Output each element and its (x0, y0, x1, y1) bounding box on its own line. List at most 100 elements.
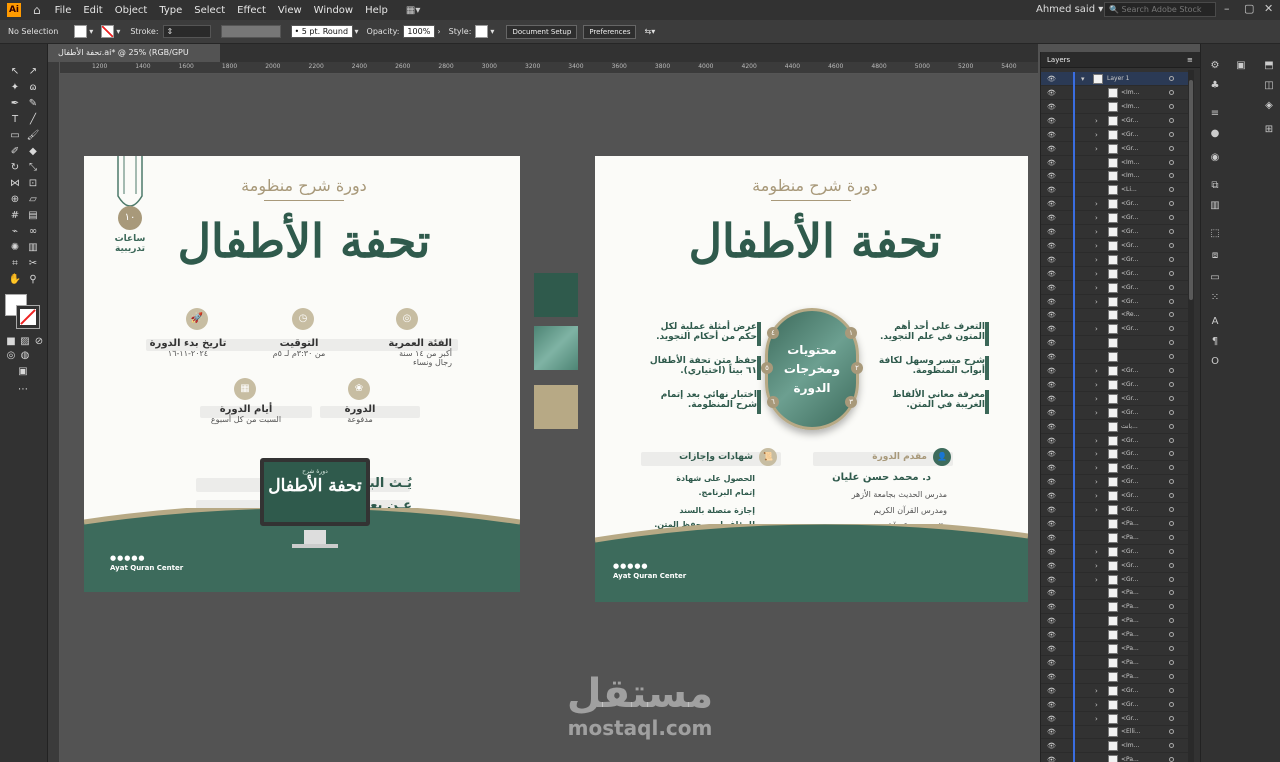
layer-name[interactable]: <Li... (1121, 183, 1137, 197)
direct-selection-icon[interactable]: ↗ (26, 66, 40, 78)
layer-name[interactable]: <Im... (1121, 739, 1139, 753)
expand-arrow-icon[interactable]: › (1095, 142, 1098, 156)
layer-name[interactable]: <Gr... (1121, 573, 1138, 587)
visibility-eye-icon[interactable]: 👁 (1047, 447, 1056, 461)
expand-arrow-icon[interactable]: › (1095, 698, 1098, 712)
layer-name[interactable]: <Gr... (1121, 698, 1138, 712)
target-icon[interactable] (1169, 298, 1174, 304)
opacity-label[interactable]: Opacity: (367, 27, 400, 36)
expand-arrow-icon[interactable]: › (1095, 434, 1098, 448)
layer-name[interactable]: <Im... (1121, 100, 1139, 114)
menu-type[interactable]: Type (159, 5, 182, 16)
layer-name[interactable]: <Pa... (1121, 586, 1139, 600)
visibility-eye-icon[interactable]: 👁 (1047, 670, 1056, 684)
gradient-panel-icon[interactable]: ▭ (1209, 272, 1221, 284)
layer-name[interactable]: <Gr... (1121, 503, 1138, 517)
layer-name[interactable]: <Gr... (1121, 434, 1138, 448)
layer-name[interactable]: <Im... (1121, 86, 1139, 100)
layer-name[interactable]: <Gr... (1121, 225, 1138, 239)
layer-name[interactable]: <Elli... (1121, 725, 1141, 739)
layer-row[interactable]: 👁 › <Gr... (1041, 252, 1191, 267)
layer-row[interactable]: 👁 <Pa... (1041, 586, 1191, 601)
visibility-eye-icon[interactable]: 👁 (1047, 698, 1056, 712)
visibility-eye-icon[interactable]: 👁 (1047, 753, 1056, 762)
panel-menu-icon[interactable]: ≡ (1187, 52, 1193, 68)
visibility-eye-icon[interactable]: 👁 (1047, 128, 1056, 142)
expand-arrow-icon[interactable]: › (1095, 211, 1098, 225)
none-mode-icon[interactable]: ⊘ (32, 336, 46, 348)
layer-row[interactable]: 👁 › <Gr... (1041, 266, 1191, 281)
visibility-eye-icon[interactable]: 👁 (1047, 156, 1056, 170)
layer-row[interactable]: 👁 › <Gr... (1041, 544, 1191, 559)
visibility-eye-icon[interactable]: 👁 (1047, 531, 1056, 545)
layer-row[interactable]: 👁 <Im... (1041, 86, 1191, 100)
line-tool-icon[interactable]: ╱ (26, 114, 40, 126)
gradient-mode-icon[interactable]: ▨ (18, 336, 32, 348)
visibility-eye-icon[interactable]: 👁 (1047, 392, 1056, 406)
layer-name[interactable]: <Gr... (1121, 128, 1138, 142)
slice-icon[interactable]: ✂ (26, 258, 40, 270)
visibility-eye-icon[interactable]: 👁 (1047, 350, 1056, 364)
target-icon[interactable] (1169, 381, 1174, 387)
layer-name[interactable]: <Gr... (1121, 684, 1138, 698)
layer-name[interactable]: <Gr... (1121, 489, 1138, 503)
expand-arrow-icon[interactable]: › (1095, 322, 1098, 336)
expand-arrow-icon[interactable]: › (1095, 281, 1098, 295)
layer-row[interactable]: 👁 › <Gr... (1041, 558, 1191, 573)
layer-row[interactable]: 👁 › <Gr... (1041, 405, 1191, 420)
visibility-eye-icon[interactable]: 👁 (1047, 725, 1056, 739)
visibility-eye-icon[interactable]: 👁 (1047, 211, 1056, 225)
artboards-icon[interactable]: ◫ (1263, 80, 1275, 92)
visibility-eye-icon[interactable]: 👁 (1047, 475, 1056, 489)
target-icon[interactable] (1169, 242, 1174, 248)
visibility-eye-icon[interactable]: 👁 (1047, 503, 1056, 517)
target-icon[interactable] (1169, 117, 1174, 123)
character-icon[interactable]: A (1209, 316, 1221, 328)
target-icon[interactable] (1169, 103, 1174, 109)
layer-name[interactable]: <Pa... (1121, 753, 1139, 762)
shape-builder-icon[interactable]: ⊕ (8, 194, 22, 206)
draw-behind-icon[interactable]: ◍ (18, 350, 32, 362)
expand-arrow-icon[interactable]: › (1095, 128, 1098, 142)
curvature-icon[interactable]: ✎ (26, 98, 40, 110)
blend-icon[interactable]: ∞ (26, 226, 40, 238)
document-tab[interactable]: تحفة الأطفال.ai* @ 25% (RGB/GPU Preview)… (48, 44, 220, 75)
layer-name[interactable]: <Gr... (1121, 392, 1138, 406)
visibility-eye-icon[interactable]: 👁 (1047, 183, 1056, 197)
target-icon[interactable] (1169, 646, 1174, 651)
visibility-eye-icon[interactable]: 👁 (1047, 642, 1056, 656)
visibility-eye-icon[interactable]: 👁 (1047, 281, 1056, 295)
target-icon[interactable] (1169, 479, 1174, 485)
layers-panel-header[interactable]: Layers ≡ (1041, 52, 1200, 68)
layer-name[interactable]: <Pa... (1121, 531, 1139, 545)
expand-arrow-icon[interactable]: › (1095, 573, 1098, 587)
stroke-color-box[interactable] (17, 306, 39, 328)
expand-arrow-icon[interactable]: › (1095, 475, 1098, 489)
layer-name[interactable]: <Gr... (1121, 364, 1138, 378)
free-transform-icon[interactable]: ⊡ (26, 178, 40, 190)
target-icon[interactable] (1169, 187, 1174, 193)
expand-arrow-icon[interactable]: › (1095, 406, 1098, 420)
target-icon[interactable] (1169, 354, 1174, 360)
minimize-icon[interactable]: – (1224, 2, 1230, 15)
layer-name[interactable]: <Pa... (1121, 614, 1139, 628)
layer-row[interactable]: 👁 بانت... (1041, 419, 1191, 434)
zoom-tool-icon[interactable]: ⚲ (26, 274, 40, 286)
layer-row[interactable]: 👁 › <Gr... (1041, 447, 1191, 462)
stock-search-input[interactable]: 🔍 Search Adobe Stock (1104, 2, 1216, 17)
type-tool-icon[interactable]: T (8, 114, 22, 126)
target-icon[interactable] (1169, 576, 1174, 582)
visibility-eye-icon[interactable]: 👁 (1047, 559, 1056, 573)
expand-arrow-icon[interactable]: › (1095, 197, 1098, 211)
target-icon[interactable] (1169, 729, 1174, 735)
layer-row[interactable]: 👁 <Im... (1041, 99, 1191, 114)
gradient-icon[interactable]: ▤ (26, 210, 40, 222)
color-icon[interactable]: ● (1209, 128, 1221, 140)
layer-name[interactable]: <Gr... (1121, 545, 1138, 559)
user-menu[interactable]: Ahmed said ▾ (1036, 4, 1103, 15)
target-icon[interactable] (1169, 493, 1174, 499)
layer-1-row[interactable]: 👁 ▾ Layer 1 (1041, 72, 1191, 86)
target-icon[interactable] (1169, 687, 1174, 693)
expand-arrow-icon[interactable]: › (1095, 447, 1098, 461)
rectangle-tool-icon[interactable]: ▭ (8, 130, 22, 142)
